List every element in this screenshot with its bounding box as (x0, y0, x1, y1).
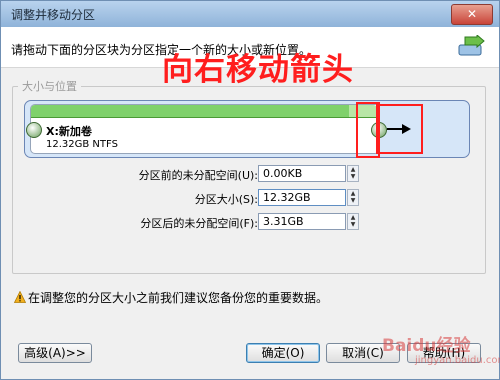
left-resize-handle[interactable] (26, 122, 42, 138)
unallocated-after-input[interactable]: 3.31GB (258, 213, 346, 230)
unallocated-before-input[interactable]: 0.00KB (258, 165, 346, 182)
disk-move-icon (458, 35, 485, 56)
partition-size-spinner[interactable]: ▲ ▼ (347, 189, 359, 206)
partition-info: 12.32GB NTFS (46, 139, 118, 150)
unallocated-after-spinner[interactable]: ▲ ▼ (347, 213, 359, 230)
advanced-button[interactable]: 高级(A)>> (18, 343, 92, 363)
watermark-url: jingyan.baidu.com (415, 355, 500, 366)
group-label: 大小与位置 (18, 78, 81, 94)
warning-text: 在调整您的分区大小之前我们建议您备份您的重要数据。 (28, 291, 329, 305)
title-bar[interactable]: 调整并移动分区 ✕ (1, 1, 499, 27)
watermark-logo: Baidu经验 (382, 336, 471, 356)
partition-name: X:新加卷 (46, 125, 92, 138)
close-icon: ✕ (466, 7, 478, 21)
unallocated-before-label: 分区前的未分配空间(U): (138, 169, 258, 182)
annotation-box-arrow (376, 104, 423, 154)
partition-usage-bar (31, 105, 349, 118)
unallocated-before-spinner[interactable]: ▲ ▼ (347, 165, 359, 182)
partition-size-label: 分区大小(S): (194, 193, 258, 206)
close-button[interactable]: ✕ (451, 4, 493, 25)
unallocated-after-label: 分区后的未分配空间(F): (140, 217, 258, 230)
partition-size-input[interactable]: 12.32GB (258, 189, 346, 206)
ok-button[interactable]: 确定(O) (246, 343, 320, 363)
annotation-label: 向右移动箭头 (162, 52, 354, 88)
warning-icon (14, 291, 26, 303)
window-title: 调整并移动分区 (11, 8, 96, 22)
warning-message: 在调整您的分区大小之前我们建议您备份您的重要数据。 (14, 289, 328, 306)
